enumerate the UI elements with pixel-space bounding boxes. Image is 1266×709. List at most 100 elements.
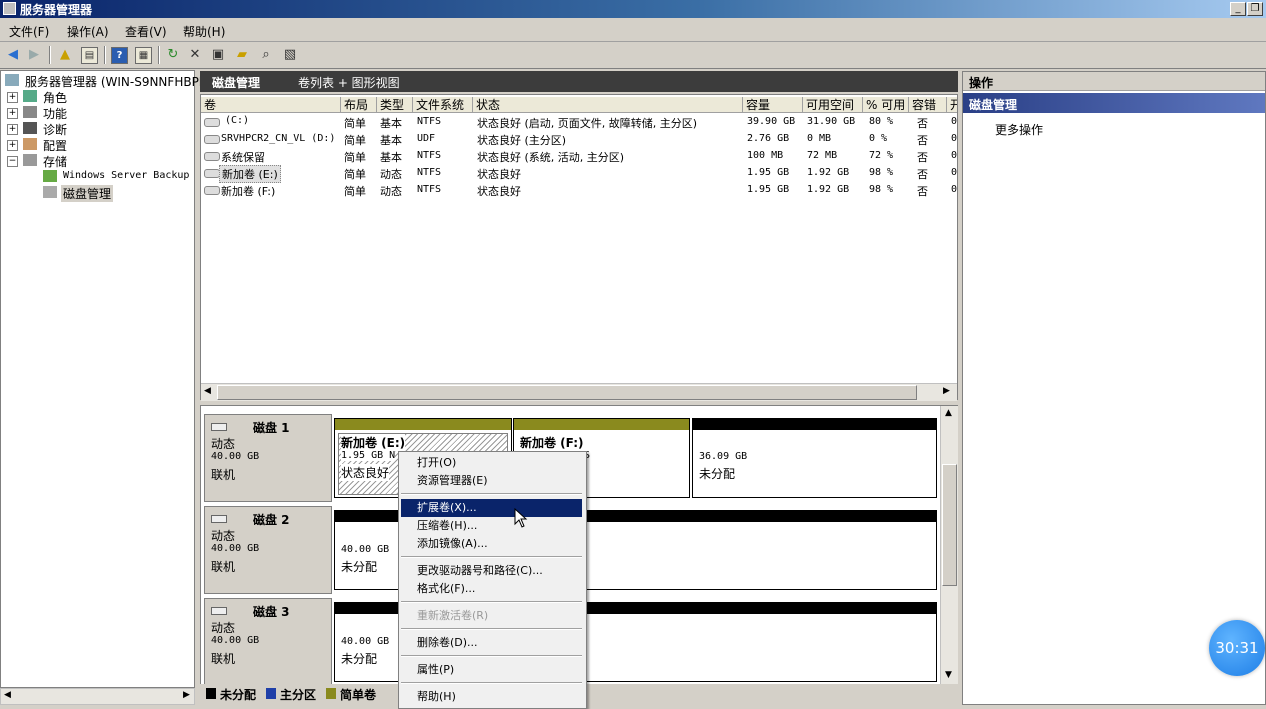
scroll-down-icon[interactable]: ▼ (945, 670, 952, 680)
scroll-left-icon[interactable]: ◀ (4, 690, 11, 700)
disk-type: 动态 (211, 621, 236, 635)
column-header-fault-tolerance[interactable]: 容错 (909, 97, 947, 113)
table-row[interactable]: (C:) 简单 基本 NTFS 状态良好 (启动, 页面文件, 故障转储, 主分… (201, 114, 957, 130)
disk-2-label[interactable]: 磁盘 2 动态 40.00 GB 联机 (204, 506, 332, 594)
disk-size: 40.00 GB (211, 451, 260, 462)
menu-item-help[interactable]: 帮助(H) (417, 689, 456, 705)
menu-item-properties[interactable]: 属性(P) (417, 662, 454, 678)
actions-section-header[interactable]: 磁盘管理 (963, 93, 1265, 113)
properties-pane-icon[interactable]: ▦ (135, 47, 152, 64)
tree-item-label: 配置 (43, 139, 68, 153)
partition-status: 未分配 (341, 652, 378, 666)
cell-volume: 系统保留 (221, 151, 265, 164)
menu-item-reactivate-volume: 重新激活卷(R) (417, 609, 489, 622)
cell-status: 状态良好 (系统, 活动, 主分区) (477, 151, 625, 164)
delete-icon[interactable]: ✕ (186, 46, 204, 64)
drive-icon (204, 186, 220, 195)
cell-overhead: 0 (951, 150, 958, 161)
window-title: 服务器管理器 (20, 3, 93, 17)
menu-help[interactable]: 帮助(H) (183, 23, 225, 40)
cell-layout: 简单 (344, 185, 366, 198)
configuration-icon (23, 138, 37, 150)
menu-item-shrink-volume[interactable]: 压缩卷(H)... (417, 518, 477, 534)
cell-fault-tolerance: 否 (917, 134, 928, 147)
disk-1-label[interactable]: 磁盘 1 动态 40.00 GB 联机 (204, 414, 332, 502)
scroll-left-icon[interactable]: ◀ (204, 386, 211, 396)
back-arrow-icon[interactable]: ◀ (4, 46, 22, 64)
expand-toggle[interactable]: + (7, 92, 18, 103)
actions-section-title: 磁盘管理 (969, 98, 1018, 112)
column-header-volume[interactable]: 卷 (201, 97, 341, 113)
expand-toggle[interactable]: + (7, 124, 18, 135)
disk-3-label[interactable]: 磁盘 3 动态 40.00 GB 联机 (204, 598, 332, 686)
column-header-filesystem[interactable]: 文件系统 (413, 97, 473, 113)
menu-action[interactable]: 操作(A) (67, 23, 109, 40)
cell-capacity: 1.95 GB (747, 184, 790, 195)
expand-toggle[interactable]: + (7, 140, 18, 151)
tree-item-label: 功能 (43, 107, 68, 121)
timer-badge[interactable]: 30:31 (1209, 620, 1265, 676)
backup-icon (43, 170, 57, 182)
scrollbar-thumb[interactable] (217, 385, 917, 400)
mouse-cursor-icon (514, 508, 528, 528)
legend-label: 未分配 (220, 688, 257, 702)
table-horizontal-scrollbar[interactable]: ◀ ▶ (201, 383, 957, 401)
column-header-percent-free[interactable]: % 可用 (863, 97, 909, 113)
menu-item-format[interactable]: 格式化(F)... (417, 581, 475, 597)
scroll-up-icon[interactable]: ▲ (945, 408, 952, 418)
expand-toggle[interactable]: + (7, 108, 18, 119)
up-folder-icon[interactable]: ▲ (56, 46, 74, 64)
column-header-status[interactable]: 状态 (473, 97, 743, 113)
properties-icon[interactable]: ▣ (209, 46, 227, 64)
export-icon[interactable]: ▧ (281, 46, 299, 64)
scroll-right-icon[interactable]: ▶ (183, 690, 190, 700)
column-header-type[interactable]: 类型 (377, 97, 413, 113)
menu-item-add-mirror[interactable]: 添加镜像(A)... (417, 536, 488, 552)
title-bar[interactable]: 服务器管理器 _ ❐ (0, 0, 1266, 18)
menu-file[interactable]: 文件(F) (9, 23, 49, 40)
toolbar-separator (104, 46, 106, 64)
table-row-selected[interactable]: 新加卷 (E:) 简单 动态 NTFS 状态良好 1.95 GB 1.92 GB… (201, 165, 957, 183)
tree-horizontal-scrollbar[interactable]: ◀ ▶ (0, 688, 195, 705)
menu-separator (401, 493, 582, 495)
toolbar: ◀ ▶ ▲ ▤ ? ▦ ↻ ✕ ▣ ▰ ⌕ ▧ (0, 42, 1266, 69)
forward-arrow-icon[interactable]: ▶ (25, 46, 43, 64)
menu-item-open[interactable]: 打开(O) (417, 455, 456, 471)
table-row[interactable]: 新加卷 (F:) 简单 动态 NTFS 状态良好 1.95 GB 1.92 GB… (201, 182, 957, 198)
collapse-toggle[interactable]: − (7, 156, 18, 167)
cell-free-space: 31.90 GB (807, 116, 856, 127)
disk-name: 磁盘 1 (253, 421, 290, 435)
menu-item-explorer[interactable]: 资源管理器(E) (417, 473, 488, 489)
open-icon[interactable]: ▰ (233, 46, 251, 64)
table-row[interactable]: 系统保留 简单 基本 NTFS 状态良好 (系统, 活动, 主分区) 100 M… (201, 148, 957, 164)
search-icon[interactable]: ⌕ (257, 46, 275, 64)
scrollbar-thumb[interactable] (942, 464, 957, 586)
menu-separator (401, 682, 582, 684)
partition-size: 36.09 GB (699, 451, 748, 462)
more-actions-link[interactable]: 更多操作 (995, 121, 1043, 138)
disk-name: 磁盘 3 (253, 605, 290, 619)
column-header-overhead[interactable]: 开 (947, 97, 957, 113)
menu-item-extend-volume[interactable]: 扩展卷(X)... (417, 500, 477, 516)
column-header-free-space[interactable]: 可用空间 (803, 97, 863, 113)
disk-view-vertical-scrollbar[interactable]: ▲ ▼ (940, 406, 958, 686)
menu-view[interactable]: 查看(V) (125, 23, 167, 40)
table-row[interactable]: SRVHPCR2_CN_VL (D:) 简单 基本 UDF 状态良好 (主分区)… (201, 131, 957, 147)
menu-item-delete-volume[interactable]: 删除卷(D)... (417, 635, 478, 651)
partition-unallocated[interactable]: 36.09 GB 未分配 (692, 418, 937, 498)
show-hide-tree-icon[interactable]: ▤ (81, 47, 98, 64)
refresh-icon[interactable]: ↻ (164, 46, 182, 64)
column-header-capacity[interactable]: 容量 (743, 97, 803, 113)
restore-button[interactable]: ❐ (1247, 2, 1263, 16)
column-header-layout[interactable]: 布局 (341, 97, 377, 113)
help-icon[interactable]: ? (111, 47, 128, 64)
unallocated-bar (693, 419, 936, 430)
tree-item-label: 诊断 (43, 123, 68, 137)
minimize-button[interactable]: _ (1230, 2, 1246, 16)
cell-status: 状态良好 (启动, 页面文件, 故障转储, 主分区) (477, 117, 698, 130)
menu-item-change-drive-letter[interactable]: 更改驱动器号和路径(C)... (417, 563, 543, 579)
cell-volume: 新加卷 (F:) (221, 185, 276, 198)
tree-root-label: 服务器管理器 (WIN-S9NNFHBPKS (25, 75, 215, 89)
cell-filesystem: NTFS (417, 184, 442, 195)
scroll-right-icon[interactable]: ▶ (943, 386, 950, 396)
